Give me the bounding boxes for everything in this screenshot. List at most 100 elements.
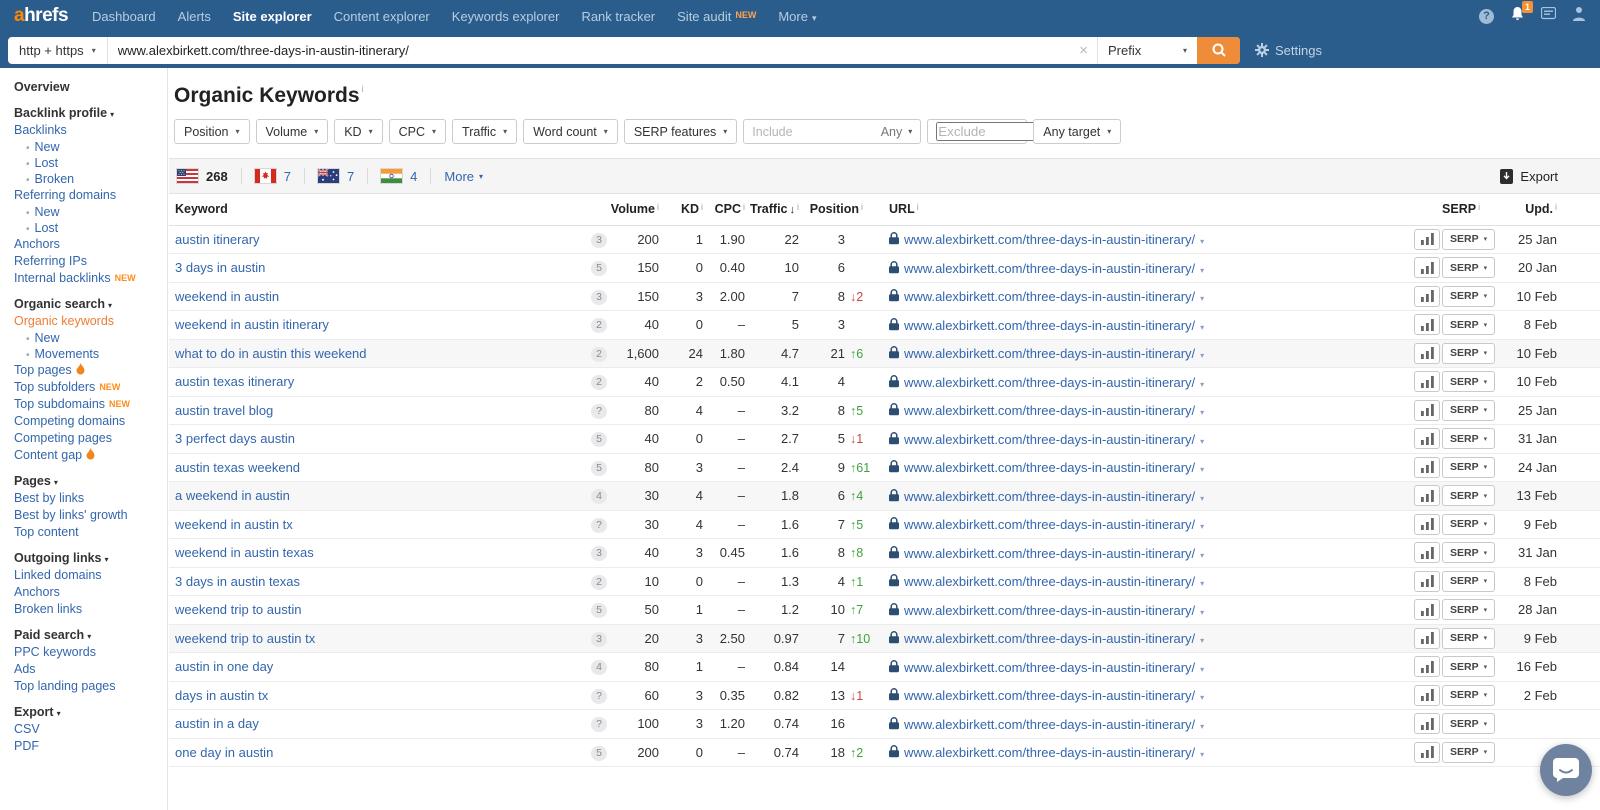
chevron-down-icon[interactable]: ▾ [1200, 551, 1204, 560]
sidebar-item-competing-pages[interactable]: Competing pages [14, 430, 167, 447]
url-link[interactable]: www.alexbirkett.com/three-days-in-austin… [904, 432, 1195, 447]
sidebar-section-backlink-profile[interactable]: Backlink profile ▾ [14, 104, 167, 122]
position-history-chart-button[interactable] [1414, 228, 1441, 250]
keyword-link[interactable]: what to do in austin this weekend [175, 346, 367, 361]
serp-features-badge[interactable]: 2 [591, 318, 607, 334]
serp-dropdown-button[interactable]: SERP ▾ [1442, 599, 1496, 621]
filter-cpc-dropdown[interactable]: CPC ▾ [388, 119, 447, 144]
serp-dropdown-button[interactable]: SERP ▾ [1442, 570, 1496, 592]
col-upd[interactable]: Upd. i [1502, 194, 1600, 226]
sidebar-item-competing-domains[interactable]: Competing domains [14, 413, 167, 430]
keyword-link[interactable]: 3 perfect days austin [175, 431, 295, 446]
sidebar-subitem-new[interactable]: • New [14, 330, 167, 346]
url-link[interactable]: www.alexbirkett.com/three-days-in-austin… [904, 232, 1195, 247]
serp-dropdown-button[interactable]: SERP ▾ [1442, 542, 1496, 564]
sidebar-item-referring-domains[interactable]: Referring domains [14, 187, 167, 204]
col-volume[interactable]: Volume i [581, 194, 662, 226]
position-history-chart-button[interactable] [1414, 684, 1441, 706]
ahrefs-logo[interactable]: ahrefs [14, 5, 69, 27]
settings-button[interactable]: Settings [1255, 43, 1322, 58]
sidebar-item-internal-backlinks[interactable]: Internal backlinks NEW [14, 270, 167, 287]
serp-features-badge[interactable]: 4 [591, 660, 607, 676]
sidebar-item-pdf[interactable]: PDF [14, 738, 167, 755]
url-link[interactable]: www.alexbirkett.com/three-days-in-austin… [904, 603, 1195, 618]
col-keyword[interactable]: Keyword [169, 194, 581, 226]
col-kd[interactable]: KD i [661, 194, 706, 226]
serp-features-badge[interactable]: ? [591, 717, 607, 733]
more-countries-button[interactable]: More ▾ [444, 169, 483, 184]
chevron-down-icon[interactable]: ▾ [1200, 693, 1204, 702]
filter-word-count-dropdown[interactable]: Word count ▾ [523, 119, 618, 144]
messages-icon[interactable] [1540, 6, 1557, 26]
nav-item-alerts[interactable]: Alerts [178, 9, 211, 24]
sidebar-item-anchors[interactable]: Anchors [14, 584, 167, 601]
sidebar-item-content-gap[interactable]: Content gap [14, 447, 167, 464]
sidebar-item-referring-ips[interactable]: Referring IPs [14, 253, 167, 270]
url-link[interactable]: www.alexbirkett.com/three-days-in-austin… [904, 660, 1195, 675]
chevron-down-icon[interactable]: ▾ [1200, 465, 1204, 474]
filter-serp-features-dropdown[interactable]: SERP features ▾ [623, 119, 738, 144]
sidebar-item-anchors[interactable]: Anchors [14, 236, 167, 253]
serp-features-badge[interactable]: 5 [591, 432, 607, 448]
filter-traffic-dropdown[interactable]: Traffic ▾ [452, 119, 518, 144]
sidebar-item-top-subdomains[interactable]: Top subdomains NEW [14, 396, 167, 413]
serp-features-badge[interactable]: 5 [591, 745, 607, 761]
serp-features-badge[interactable]: ? [591, 403, 607, 419]
serp-dropdown-button[interactable]: SERP ▾ [1442, 741, 1496, 763]
sidebar-subitem-new[interactable]: • New [14, 204, 167, 220]
chat-launcher-button[interactable] [1540, 744, 1592, 796]
chevron-down-icon[interactable]: ▾ [1200, 579, 1204, 588]
serp-features-badge[interactable]: ? [591, 688, 607, 704]
search-button[interactable] [1197, 36, 1240, 64]
sidebar-item-ppc-keywords[interactable]: PPC keywords [14, 644, 167, 661]
keyword-link[interactable]: days in austin tx [175, 688, 268, 703]
sidebar-subitem-movements[interactable]: • Movements [14, 346, 167, 362]
any-target-dropdown[interactable]: Any target ▾ [1033, 119, 1122, 144]
url-link[interactable]: www.alexbirkett.com/three-days-in-austin… [904, 489, 1195, 504]
serp-dropdown-button[interactable]: SERP ▾ [1442, 456, 1496, 478]
sidebar-section-outgoing-links[interactable]: Outgoing links ▾ [14, 549, 167, 567]
sidebar-section-export[interactable]: Export ▾ [14, 703, 167, 721]
sidebar-item-top-pages[interactable]: Top pages [14, 362, 167, 379]
url-link[interactable]: www.alexbirkett.com/three-days-in-austin… [904, 688, 1195, 703]
url-link[interactable]: www.alexbirkett.com/three-days-in-austin… [904, 375, 1195, 390]
sidebar-item-top-landing-pages[interactable]: Top landing pages [14, 678, 167, 695]
url-link[interactable]: www.alexbirkett.com/three-days-in-austin… [904, 574, 1195, 589]
position-history-chart-button[interactable] [1414, 456, 1441, 478]
keyword-link[interactable]: a weekend in austin [175, 488, 290, 503]
url-link[interactable]: www.alexbirkett.com/three-days-in-austin… [904, 403, 1195, 418]
serp-dropdown-button[interactable]: SERP ▾ [1442, 285, 1496, 307]
url-link[interactable]: www.alexbirkett.com/three-days-in-austin… [904, 517, 1195, 532]
serp-dropdown-button[interactable]: SERP ▾ [1442, 684, 1496, 706]
sidebar-section-pages[interactable]: Pages ▾ [14, 472, 167, 490]
chevron-down-icon[interactable]: ▾ [1200, 437, 1204, 446]
chevron-down-icon[interactable]: ▾ [1200, 294, 1204, 303]
serp-dropdown-button[interactable]: SERP ▾ [1442, 485, 1496, 507]
col-url[interactable]: URL i [887, 194, 1415, 226]
chevron-down-icon[interactable]: ▾ [1200, 750, 1204, 759]
chevron-down-icon[interactable]: ▾ [1200, 494, 1204, 503]
position-history-chart-button[interactable] [1414, 485, 1441, 507]
country-tab-au[interactable]: 7 [317, 168, 354, 184]
protocol-dropdown[interactable]: http + https ▾ [8, 36, 108, 64]
include-any-value[interactable]: Any [881, 125, 903, 139]
keyword-link[interactable]: austin travel blog [175, 403, 273, 418]
keyword-link[interactable]: 3 days in austin [175, 260, 265, 275]
serp-features-badge[interactable]: ? [591, 517, 607, 533]
sidebar-section-organic-search[interactable]: Organic search ▾ [14, 295, 167, 313]
sidebar-item-top-content[interactable]: Top content [14, 524, 167, 541]
serp-features-badge[interactable]: 5 [591, 261, 607, 277]
keyword-link[interactable]: austin itinerary [175, 232, 260, 247]
serp-features-badge[interactable]: 5 [591, 603, 607, 619]
nav-item-content-explorer[interactable]: Content explorer [334, 9, 430, 24]
serp-features-badge[interactable]: 2 [591, 346, 607, 362]
nav-item-more[interactable]: More ▾ [778, 9, 816, 24]
position-history-chart-button[interactable] [1414, 656, 1441, 678]
notifications-bell-icon[interactable]: 1 [1510, 0, 1533, 27]
url-link[interactable]: www.alexbirkett.com/three-days-in-austin… [904, 460, 1195, 475]
serp-dropdown-button[interactable]: SERP ▾ [1442, 513, 1496, 535]
serp-dropdown-button[interactable]: SERP ▾ [1442, 228, 1496, 250]
serp-features-badge[interactable]: 3 [591, 232, 607, 248]
serp-dropdown-button[interactable]: SERP ▾ [1442, 399, 1496, 421]
sidebar-item-ads[interactable]: Ads [14, 661, 167, 678]
